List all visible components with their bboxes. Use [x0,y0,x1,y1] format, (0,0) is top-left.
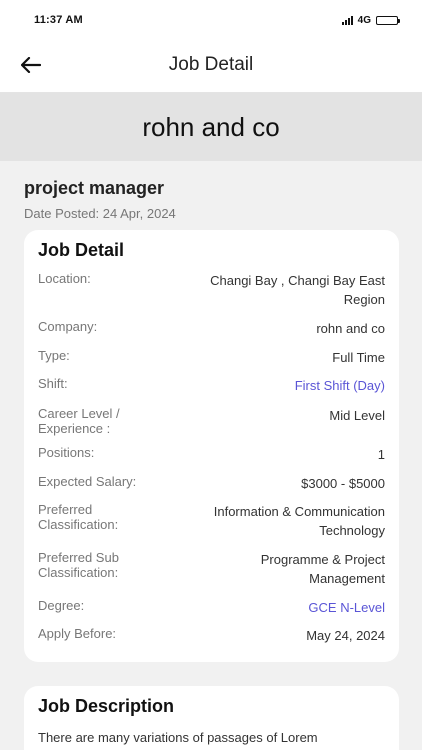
detail-label: Expected Salary: [38,474,137,489]
card-title: Job Detail [38,240,125,260]
status-bar: 11:37 AM 4G [0,0,422,38]
detail-value: May 24, 2024 [306,628,385,643]
detail-label: Shift: [38,376,68,391]
description-text: There are many variations of passages of… [38,730,318,745]
degree-link[interactable]: GCE N-Level [155,598,385,617]
network-type: 4G [357,14,371,26]
company-name: rohn and co [142,111,280,142]
status-indicators: 4G [341,14,400,26]
detail-value: 1 [377,447,385,462]
battery-icon [376,15,400,25]
detail-value: Mid Level [329,408,385,423]
detail-value: $3000 - $5000 [301,476,385,491]
detail-label: Degree: [38,598,85,613]
detail-value: Programme & Project Management [260,552,385,586]
detail-label: Career Level / Experience : [38,406,120,436]
detail-value: Changi Bay , Changi Bay East Region [210,273,385,307]
detail-label: Preferred Sub Classification: [38,550,119,580]
detail-value: Information & Communication Technology [213,504,385,538]
detail-label: Preferred Classification: [38,502,119,532]
detail-label: Location: [38,271,91,286]
detail-label: Company: [38,319,98,334]
job-detail-card: Job Detail Location: Changi Bay , Changi… [24,230,399,662]
job-title: project manager [24,178,165,198]
signal-icon [341,15,353,25]
detail-label: Apply Before: [38,626,117,641]
card-title: Job Description [38,696,175,716]
date-posted: Date Posted: 24 Apr, 2024 [24,206,176,221]
shift-link[interactable]: First Shift (Day) [155,376,385,395]
detail-value: Full Time [332,350,385,365]
detail-label: Type: [38,348,70,363]
detail-value: rohn and co [316,321,385,336]
page-title: Job Detail [168,54,254,75]
company-banner: rohn and co [0,93,422,161]
status-time: 11:37 AM [34,14,83,26]
app-header: Job Detail [0,38,422,93]
job-description-card: Job Description There are many variation… [24,686,399,750]
detail-label: Positions: [38,445,95,460]
